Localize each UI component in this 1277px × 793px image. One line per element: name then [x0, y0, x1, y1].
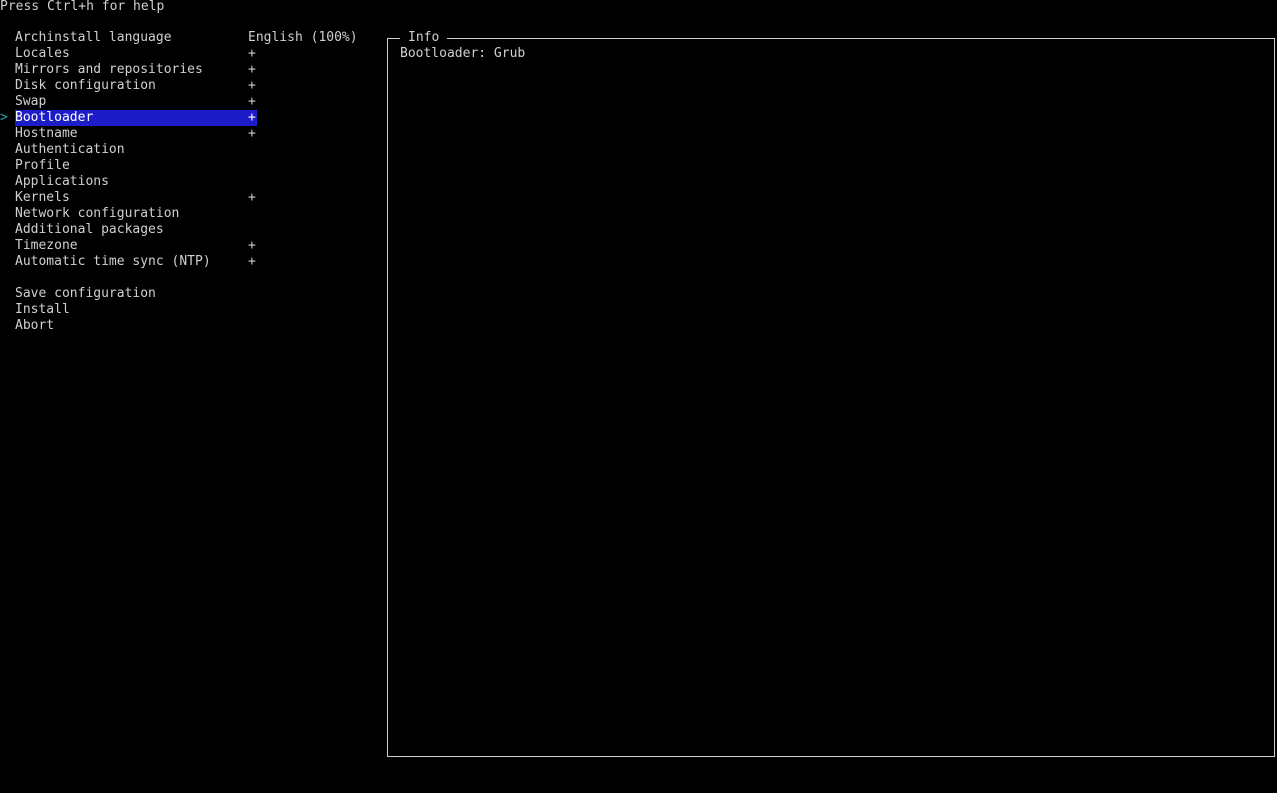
menu-item-label: Network configuration: [15, 206, 180, 221]
selection-cursor-icon: >: [0, 110, 8, 125]
menu-item-locales[interactable]: Locales +: [0, 46, 380, 62]
menu-item-value: English (100%): [248, 30, 358, 45]
menu-item-profile[interactable]: Profile: [0, 158, 380, 174]
menu-item-hostname[interactable]: Hostname +: [0, 126, 380, 142]
info-panel: [387, 38, 1275, 757]
action-label: Save configuration: [15, 286, 156, 301]
menu-item-value: +: [248, 78, 256, 93]
menu-item-value: +: [248, 190, 256, 205]
menu-item-value: +: [248, 46, 256, 61]
menu-item-label: Swap: [15, 94, 47, 109]
action-install[interactable]: Install: [0, 302, 380, 318]
action-abort[interactable]: Abort: [0, 318, 380, 334]
menu-item-label: Archinstall language: [15, 30, 172, 45]
menu-item-timezone[interactable]: Timezone +: [0, 238, 380, 254]
menu-item-mirrors[interactable]: Mirrors and repositories +: [0, 62, 380, 78]
info-panel-content: Bootloader: Grub: [400, 46, 526, 61]
menu-item-ntp[interactable]: Automatic time sync (NTP) +: [0, 254, 380, 270]
main-menu: Archinstall language English (100%) Loca…: [0, 30, 380, 334]
menu-item-value: +: [248, 126, 256, 141]
menu-item-label: Locales: [15, 46, 70, 61]
menu-item-applications[interactable]: Applications: [0, 174, 380, 190]
menu-item-label: Bootloader: [15, 110, 94, 125]
action-save-configuration[interactable]: Save configuration: [0, 286, 380, 302]
menu-item-bootloader[interactable]: > Bootloader +: [0, 110, 380, 126]
menu-item-label: Applications: [15, 174, 109, 189]
menu-item-label: Disk configuration: [15, 78, 156, 93]
menu-item-archinstall-language[interactable]: Archinstall language English (100%): [0, 30, 380, 46]
menu-item-additional-packages[interactable]: Additional packages: [0, 222, 380, 238]
menu-item-label: Kernels: [15, 190, 70, 205]
menu-item-value: +: [248, 254, 256, 269]
menu-item-label: Additional packages: [15, 222, 164, 237]
menu-item-value: +: [248, 238, 256, 253]
menu-item-value: +: [248, 94, 256, 109]
menu-item-swap[interactable]: Swap +: [0, 94, 380, 110]
menu-item-label: Hostname: [15, 126, 78, 141]
menu-item-kernels[interactable]: Kernels +: [0, 190, 380, 206]
menu-item-label: Mirrors and repositories: [15, 62, 203, 77]
help-hint: Press Ctrl+h for help: [0, 0, 165, 14]
menu-item-authentication[interactable]: Authentication: [0, 142, 380, 158]
menu-item-value: +: [248, 62, 256, 77]
menu-item-network-configuration[interactable]: Network configuration: [0, 206, 380, 222]
menu-item-label: Timezone: [15, 238, 78, 253]
menu-item-label: Authentication: [15, 142, 125, 157]
menu-item-label: Automatic time sync (NTP): [15, 254, 211, 269]
info-panel-title: Info: [400, 30, 448, 46]
action-label: Install: [15, 302, 70, 317]
menu-item-label: Profile: [15, 158, 70, 173]
menu-item-disk-configuration[interactable]: Disk configuration +: [0, 78, 380, 94]
menu-spacer: [0, 270, 380, 286]
action-label: Abort: [15, 318, 55, 333]
menu-item-value: +: [248, 110, 256, 125]
